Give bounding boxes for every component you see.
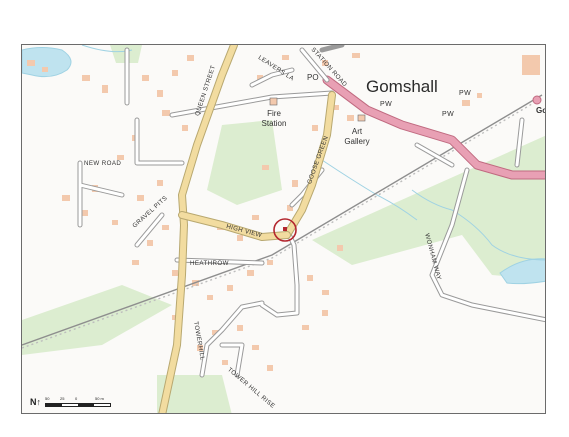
fire-station-building (269, 97, 278, 106)
scale-tick-4: 50 m (95, 396, 104, 401)
label-heathrow: HEATHROW (190, 260, 229, 267)
scale-tick-0: 50 (45, 396, 50, 401)
north-arrow-icon: N↑ (30, 397, 41, 407)
map-frame[interactable]: Gomshall Go QUEEN STREET LEAVERS LA STAT… (21, 44, 546, 414)
map-canvas[interactable] (22, 45, 546, 414)
label-pw-1: PW (380, 101, 393, 108)
label-art-gallery: Art Gallery (344, 127, 370, 146)
scale-tick-2: 0 (75, 396, 78, 401)
label-po: PO (307, 73, 319, 82)
scale-tick-1: 25 (60, 396, 65, 401)
place-name-cut: Go (536, 106, 546, 115)
scale-bar-graphic (45, 403, 111, 407)
place-name-gomshall: Gomshall (366, 77, 438, 96)
label-pw-3: PW (442, 111, 455, 118)
label-new-road: NEW ROAD (84, 160, 122, 167)
label-fire-station: Fire Station (261, 109, 287, 128)
label-pw-2: PW (459, 90, 472, 97)
art-gallery-building (357, 114, 366, 122)
scale-bar: N↑ 50 25 0 50 m (30, 395, 111, 407)
scale-graphic: 50 25 0 50 m (45, 396, 111, 407)
